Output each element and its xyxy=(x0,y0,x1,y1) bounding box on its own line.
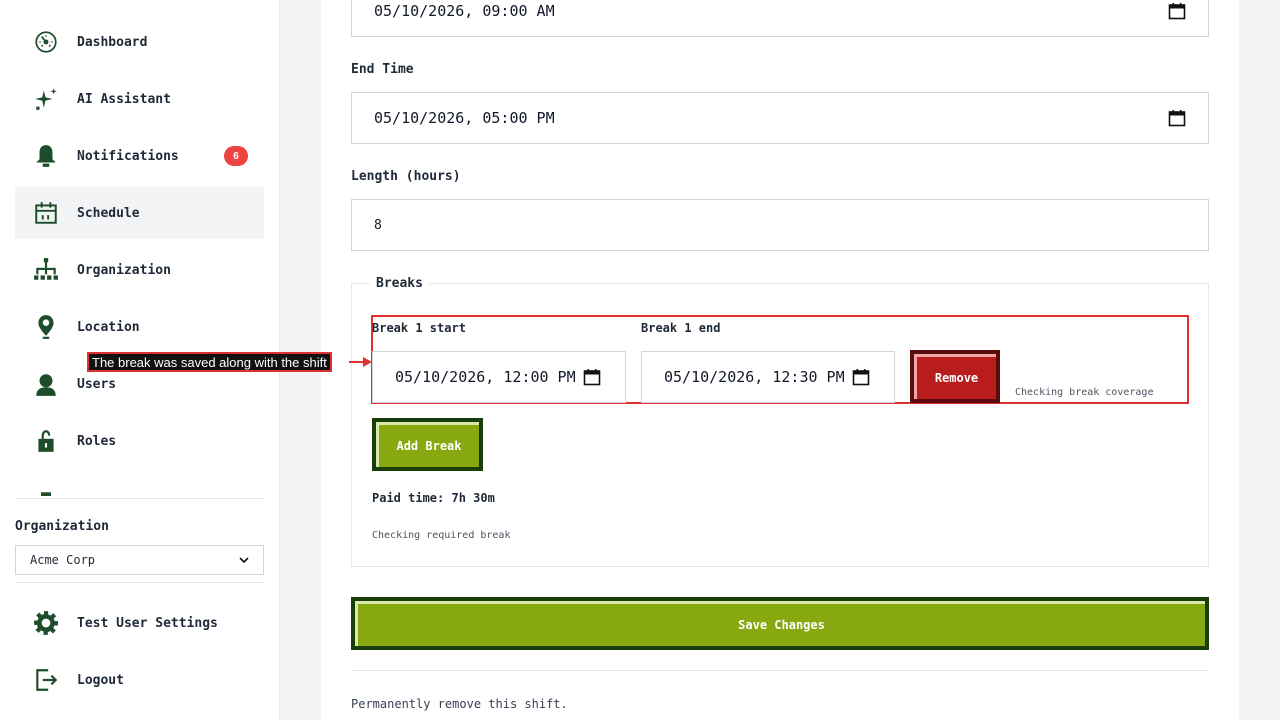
gear-icon xyxy=(30,607,62,639)
length-input[interactable]: 8 xyxy=(351,199,1209,251)
dashboard-gauge-icon xyxy=(30,26,62,58)
calendar-picker-icon[interactable] xyxy=(583,368,601,386)
sidebar-item-partial[interactable] xyxy=(30,486,62,496)
sidebar-item-label: Users xyxy=(77,376,117,392)
end-time-value: 05/10/2026, 05:00 PM xyxy=(374,109,555,127)
calendar-picker-icon[interactable] xyxy=(852,368,870,386)
add-break-label: Add Break xyxy=(376,422,479,467)
notification-count-badge: 6 xyxy=(224,146,248,166)
organization-select[interactable]: Acme Corp xyxy=(15,545,264,575)
sidebar-item-label: Location xyxy=(77,319,140,335)
sidebar-item-label: Notifications xyxy=(77,148,179,164)
chevron-down-icon xyxy=(239,557,249,564)
sidebar-item-label: Schedule xyxy=(77,205,140,221)
sidebar-item-dashboard[interactable]: Dashboard xyxy=(15,16,264,68)
save-changes-label: Save Changes xyxy=(355,601,1205,646)
map-pin-icon xyxy=(30,311,62,343)
sidebar-item-organization[interactable]: Organization xyxy=(15,244,264,296)
break-1-end-input[interactable]: 05/10/2026, 12:30 PM xyxy=(641,351,895,403)
lock-icon xyxy=(30,425,62,457)
length-value: 8 xyxy=(374,217,382,233)
logout-icon xyxy=(30,664,62,696)
delete-shift-description: Permanently remove this shift. xyxy=(351,697,568,711)
calendar-icon xyxy=(30,197,62,229)
end-time-input[interactable]: 05/10/2026, 05:00 PM xyxy=(351,92,1209,144)
sparkle-icon xyxy=(30,83,62,115)
calendar-picker-icon[interactable] xyxy=(1168,109,1186,127)
sidebar-item-ai-assistant[interactable]: AI Assistant xyxy=(15,73,264,125)
sidebar-item-label: Logout xyxy=(77,672,124,688)
sidebar-item-schedule[interactable]: Schedule xyxy=(15,187,264,239)
organization-select-value: Acme Corp xyxy=(30,553,96,567)
break-1-start-input[interactable]: 05/10/2026, 12:00 PM xyxy=(372,351,626,403)
sidebar-item-location[interactable]: Location xyxy=(15,301,264,353)
sidebar-item-label: Organization xyxy=(77,262,171,278)
calendar-picker-icon[interactable] xyxy=(1168,2,1186,20)
sidebar-item-settings[interactable]: Test User Settings xyxy=(15,597,264,649)
org-chart-icon xyxy=(30,254,62,286)
paid-time: Paid time: 7h 30m xyxy=(372,491,495,505)
bell-icon xyxy=(30,140,62,172)
sidebar-item-label: Roles xyxy=(77,433,117,449)
start-time-value: 05/10/2026, 09:00 AM xyxy=(374,2,555,20)
break-1-start-value: 05/10/2026, 12:00 PM xyxy=(395,368,576,386)
end-time-label: End Time xyxy=(351,62,414,77)
remove-break-label: Remove xyxy=(914,354,996,399)
annotation-arrow-icon xyxy=(349,357,372,367)
sidebar-item-notifications[interactable]: Notifications 6 xyxy=(15,130,264,182)
length-label: Length (hours) xyxy=(351,169,461,184)
break-1-end-label: Break 1 end xyxy=(641,321,721,335)
section-divider xyxy=(351,670,1209,671)
sidebar-item-logout[interactable]: Logout xyxy=(15,654,264,706)
partial-icon xyxy=(41,492,51,496)
break-1-start-label: Break 1 start xyxy=(372,321,466,335)
sidebar-item-label: AI Assistant xyxy=(77,91,171,107)
breaks-legend: Breaks xyxy=(370,276,429,291)
remove-break-button[interactable]: Remove xyxy=(910,350,1000,403)
sidebar-item-label: Dashboard xyxy=(77,34,148,50)
sidebar-divider xyxy=(15,582,264,583)
required-break-hint: Checking required break xyxy=(372,530,511,541)
sidebar-item-roles[interactable]: Roles xyxy=(15,415,264,467)
save-changes-button[interactable]: Save Changes xyxy=(351,597,1209,650)
user-icon xyxy=(30,368,62,400)
break-coverage-hint: Checking break coverage xyxy=(1015,387,1154,398)
organization-label: Organization xyxy=(15,519,109,534)
start-time-input[interactable]: 05/10/2026, 09:00 AM xyxy=(351,0,1209,37)
add-break-button[interactable]: Add Break xyxy=(372,418,483,471)
break-1-end-value: 05/10/2026, 12:30 PM xyxy=(664,368,845,386)
annotation-label: The break was saved along with the shift xyxy=(87,352,332,372)
sidebar-divider xyxy=(15,498,264,499)
sidebar-item-label: Test User Settings xyxy=(77,615,218,631)
